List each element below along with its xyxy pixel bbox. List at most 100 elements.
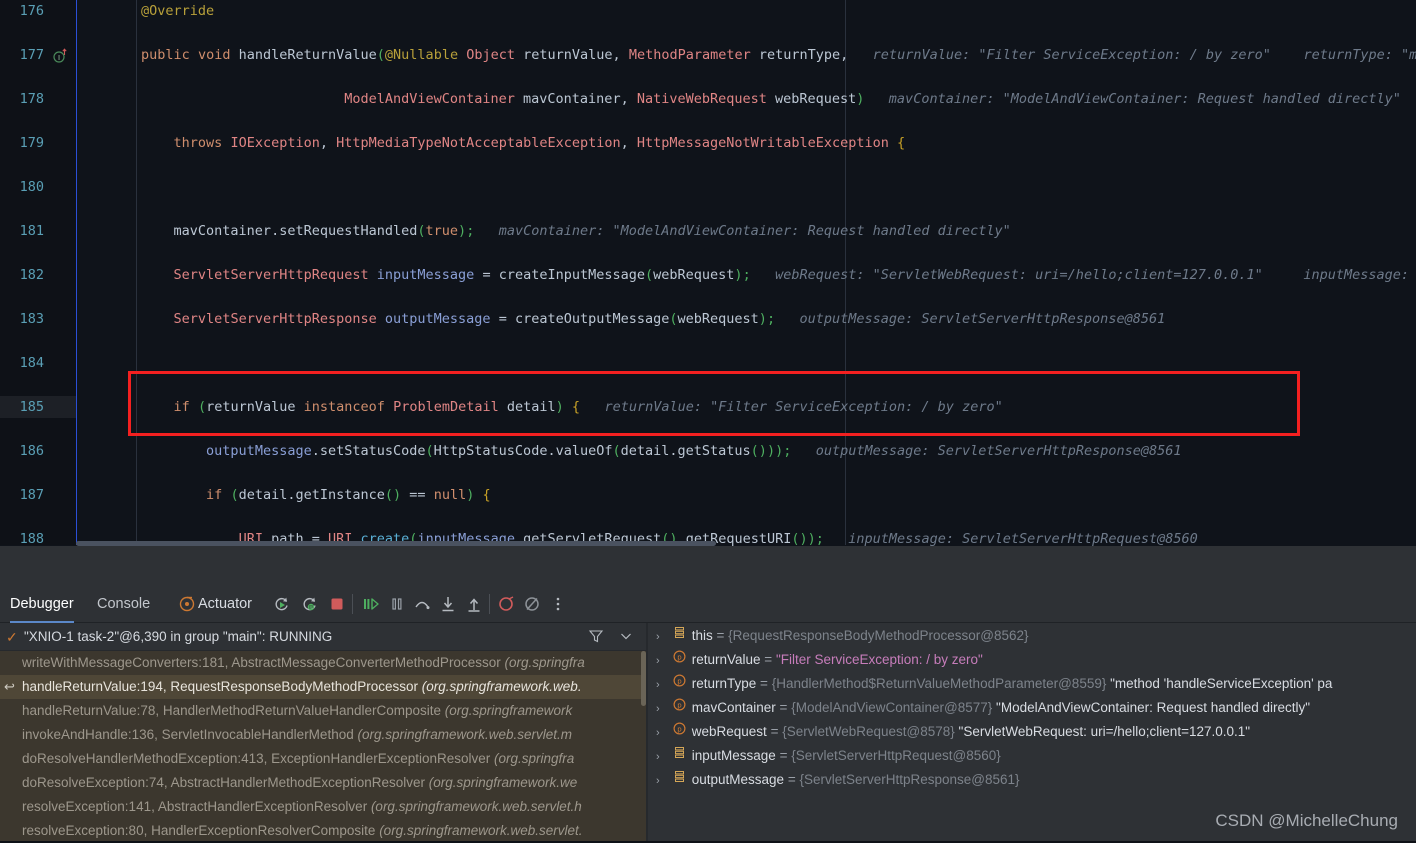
tab-console[interactable]: Console <box>97 585 150 623</box>
code-line[interactable]: 179 throws IOException, HttpMediaTypeNot… <box>0 132 1416 154</box>
chevron-right-icon[interactable]: › <box>656 649 670 673</box>
line-number: 186 <box>19 443 44 459</box>
tab-debugger[interactable]: Debugger <box>10 585 74 623</box>
thread-running-icon: ✓ <box>6 629 18 645</box>
actuator-label[interactable]: Actuator <box>198 585 252 623</box>
variable-row[interactable]: › p webRequest = {ServletWebRequest@8578}… <box>648 719 1416 743</box>
frame-list-item[interactable]: doResolveHandlerMethodException:413, Exc… <box>0 747 648 771</box>
variable-name: returnValue <box>688 652 765 667</box>
stop-icon[interactable] <box>327 594 347 614</box>
frame-package: (org.springframework.we <box>428 775 578 790</box>
parameter-icon: p <box>670 671 688 695</box>
chevron-right-icon[interactable]: › <box>656 697 670 721</box>
frame-list-item[interactable]: invokeAndHandle:136, ServletInvocableHan… <box>0 723 648 747</box>
frame-package: (org.springframework <box>444 703 573 718</box>
chevron-down-icon[interactable] <box>618 628 634 649</box>
thread-label: "XNIO-1 task-2"@6,390 in group "main": R… <box>24 629 333 644</box>
thread-selector[interactable]: ✓ "XNIO-1 task-2"@6,390 in group "main":… <box>0 623 648 651</box>
rerun-debug-icon[interactable] <box>300 594 320 614</box>
variable-equals: = <box>779 700 792 715</box>
line-number: 180 <box>19 179 44 195</box>
variable-row[interactable]: › inputMessage = {ServletServerHttpReque… <box>648 743 1416 767</box>
svg-text:p: p <box>677 653 682 661</box>
frame-list-item[interactable]: resolveException:80, HandlerExceptionRes… <box>0 819 648 843</box>
frame-list-item[interactable]: doResolveException:74, AbstractHandlerMe… <box>0 771 648 795</box>
filter-icon[interactable] <box>588 628 604 649</box>
code-text: ModelAndViewContainer mavContainer, Nati… <box>344 91 1401 107</box>
step-out-icon[interactable] <box>464 594 484 614</box>
variable-value: "method 'handleServiceException' pa <box>1110 676 1333 691</box>
frame-package: (org.springfra <box>494 751 575 766</box>
chevron-right-icon[interactable]: › <box>656 745 670 769</box>
line-number: 184 <box>19 355 44 371</box>
frame-method: resolveException:141, AbstractHandlerExc… <box>22 799 371 814</box>
variable-name: webRequest <box>688 724 771 739</box>
debug-tool-window[interactable]: Debugger Console Actuator ✓ "XNIO-1 task… <box>0 585 1416 841</box>
chevron-right-icon[interactable]: › <box>656 673 670 697</box>
variable-name: outputMessage <box>688 772 788 787</box>
code-text: @Override <box>141 3 215 19</box>
code-line[interactable]: 177 I public void handleReturnValue(@Null… <box>0 44 1416 66</box>
code-text: if (returnValue instanceof ProblemDetail… <box>173 399 1003 415</box>
variable-name: inputMessage <box>688 748 780 763</box>
variables-panel[interactable]: › this = {RequestResponseBodyMethodProce… <box>648 623 1416 841</box>
breakpoint-icon[interactable] <box>496 594 516 614</box>
code-line[interactable]: 186 outputMessage.setStatusCode(HttpStat… <box>0 440 1416 462</box>
svg-text:p: p <box>677 701 682 709</box>
code-editor[interactable]: 176 @Override 177 I public void handleRetu… <box>0 0 1416 585</box>
code-line[interactable]: 187 if (detail.getInstance() == null) { <box>0 484 1416 506</box>
step-into-icon[interactable] <box>438 594 458 614</box>
variable-equals: = <box>787 772 800 787</box>
frames-list[interactable]: writeWithMessageConverters:181, Abstract… <box>0 651 648 843</box>
debugger-toolbar[interactable]: Debugger Console Actuator <box>0 585 1416 623</box>
toolbar-separator-2 <box>489 594 490 614</box>
code-line[interactable]: 180 <box>0 176 1416 198</box>
code-line[interactable]: 183 ServletServerHttpResponse outputMess… <box>0 308 1416 330</box>
line-number: 185 <box>19 399 44 415</box>
code-text: if (detail.getInstance() == null) { <box>206 487 491 503</box>
line-number: 183 <box>19 311 44 327</box>
code-line[interactable]: 182 ServletServerHttpRequest inputMessag… <box>0 264 1416 286</box>
code-lines[interactable]: 176 @Override 177 I public void handleRetu… <box>0 0 1416 585</box>
code-line[interactable]: 181 mavContainer.setRequestHandled(true)… <box>0 220 1416 242</box>
code-line[interactable]: 184 <box>0 352 1416 374</box>
parameter-icon: p <box>670 719 688 743</box>
variable-row[interactable]: › p returnType = {HandlerMethod$ReturnVal… <box>648 671 1416 695</box>
chevron-right-icon[interactable]: › <box>656 721 670 745</box>
parameter-icon: p <box>670 695 688 719</box>
svg-text:p: p <box>677 725 682 733</box>
override-method-icon[interactable]: I <box>52 48 68 71</box>
variable-equals: = <box>779 748 792 763</box>
chevron-right-icon[interactable]: › <box>656 769 670 793</box>
frame-method: handleReturnValue:78, HandlerMethodRetur… <box>22 703 445 718</box>
variable-row[interactable]: › outputMessage = {ServletServerHttpResp… <box>648 767 1416 791</box>
frame-package: (org.springframework.web. <box>421 679 582 694</box>
code-text: throws IOException, HttpMediaTypeNotAcce… <box>173 135 906 151</box>
code-line[interactable]: 185 if (returnValue instanceof ProblemDe… <box>0 396 1416 418</box>
frames-panel[interactable]: ✓ "XNIO-1 task-2"@6,390 in group "main":… <box>0 623 648 841</box>
variable-reference: {ServletServerHttpRequest@8560} <box>791 748 1001 763</box>
frame-method: handleReturnValue:194, RequestResponseBo… <box>22 679 422 694</box>
code-line[interactable]: 178 ModelAndViewContainer mavContainer, … <box>0 88 1416 110</box>
kebab-menu-icon[interactable] <box>548 594 568 614</box>
step-over-icon[interactable] <box>412 594 432 614</box>
rerun-icon[interactable] <box>272 594 292 614</box>
frame-package: (org.springfra <box>504 655 585 670</box>
frame-package: (org.springframework.web.servlet.m <box>357 727 573 742</box>
watermark-label: CSDN @MichelleChung <box>1215 811 1398 830</box>
chevron-right-icon[interactable]: › <box>656 625 670 649</box>
mute-breakpoint-icon[interactable] <box>522 594 542 614</box>
variable-reference: {ServletWebRequest@8578} <box>782 724 959 739</box>
frame-list-item[interactable]: writeWithMessageConverters:181, Abstract… <box>0 651 648 675</box>
frame-list-item[interactable]: resolveException:141, AbstractHandlerExc… <box>0 795 648 819</box>
pause-icon[interactable] <box>387 594 407 614</box>
variable-row[interactable]: › p returnValue = "Filter ServiceExceptio… <box>648 647 1416 671</box>
frame-list-item[interactable]: ↩ handleReturnValue:194, RequestResponseB… <box>0 675 648 699</box>
resume-icon[interactable] <box>360 594 380 614</box>
code-line[interactable]: 176 @Override <box>0 0 1416 22</box>
variable-row[interactable]: › p mavContainer = {ModelAndViewContainer… <box>648 695 1416 719</box>
variable-row[interactable]: › this = {RequestResponseBodyMethodProce… <box>648 623 1416 647</box>
frame-list-item[interactable]: handleReturnValue:78, HandlerMethodRetur… <box>0 699 648 723</box>
code-text: ServletServerHttpRequest inputMessage = … <box>173 267 1410 283</box>
frame-method: doResolveHandlerMethodException:413, Exc… <box>22 751 495 766</box>
